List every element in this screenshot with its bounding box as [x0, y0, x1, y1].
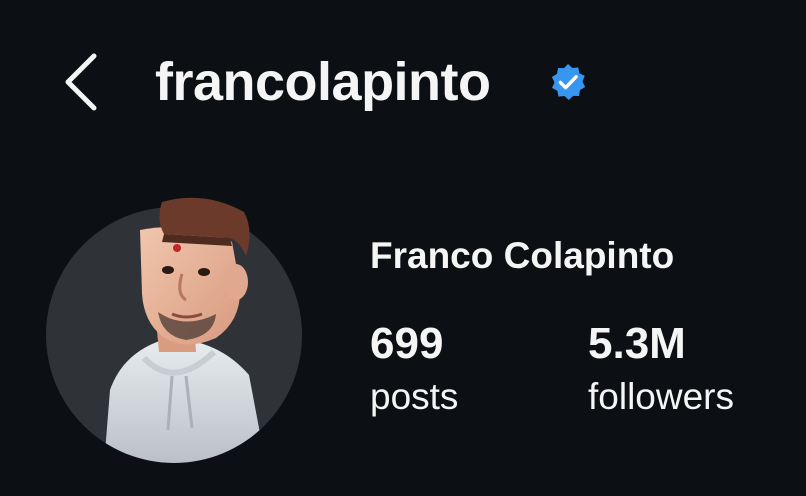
- posts-count: 699: [370, 319, 444, 368]
- back-button[interactable]: [56, 50, 106, 114]
- chevron-left-icon: [65, 53, 97, 111]
- followers-count: 5.3M: [588, 319, 686, 368]
- display-name: Franco Colapinto: [370, 235, 675, 276]
- followers-stat[interactable]: 5.3M followers: [588, 318, 734, 420]
- followers-label: followers: [588, 376, 734, 417]
- verified-badge-icon: [551, 63, 586, 101]
- posts-label: posts: [370, 376, 459, 417]
- profile-avatar[interactable]: [44, 190, 304, 465]
- username-title: francolapinto: [155, 52, 491, 112]
- profile-screen: francolapinto Franco Colapinto 699 posts…: [0, 0, 806, 496]
- profile-header: francolapinto: [0, 0, 806, 150]
- posts-stat[interactable]: 699 posts: [370, 318, 458, 420]
